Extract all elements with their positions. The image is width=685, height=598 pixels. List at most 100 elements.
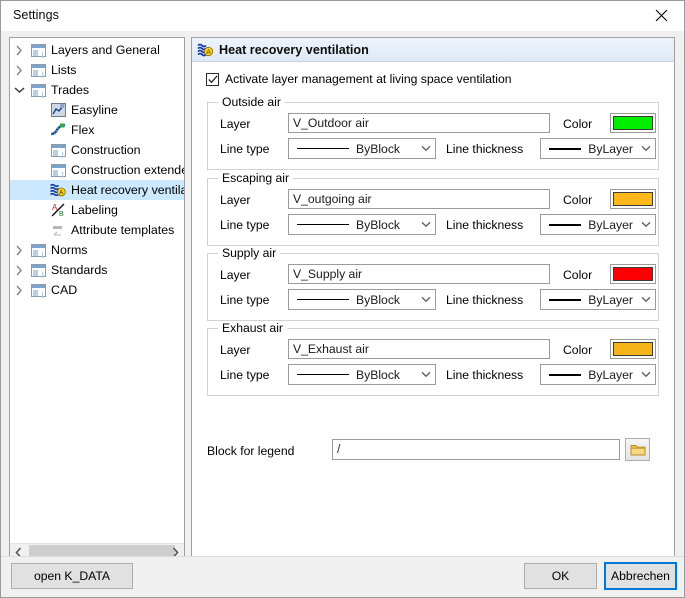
line-sample-thin — [297, 224, 349, 225]
chevron-down-icon[interactable] — [637, 221, 655, 228]
line-thickness-value: ByLayer — [588, 292, 633, 307]
tree-item-label: CAD — [51, 283, 78, 297]
chevron-down-icon[interactable] — [10, 80, 28, 100]
color-swatch-button[interactable] — [610, 189, 656, 209]
color-swatch-button[interactable] — [610, 264, 656, 284]
panel-header: A Heat recovery ventilation — [192, 38, 674, 62]
layer-input[interactable]: V_Outdoor air — [288, 113, 550, 133]
activate-layer-management-checkbox[interactable]: Activate layer management at living spac… — [206, 72, 512, 86]
tree-item-flex[interactable]: Flex — [10, 120, 184, 140]
line-type-combo[interactable]: ByBlock — [288, 364, 436, 385]
tree-item-construction-extended[interactable]: Construction extended — [10, 160, 184, 180]
tree-item-cad[interactable]: CAD — [10, 280, 184, 300]
ok-button[interactable]: OK — [524, 563, 597, 589]
svg-text:B: B — [59, 211, 64, 217]
title-bar: Settings — [1, 1, 684, 31]
chevron-right-icon[interactable] — [10, 40, 28, 60]
line-type-label: Line type — [220, 142, 270, 156]
line-thickness-combo[interactable]: ByLayer — [540, 364, 656, 385]
tree-item-easyline[interactable]: Easyline — [10, 100, 184, 120]
color-label: Color — [563, 268, 593, 282]
line-sample-thick — [549, 298, 582, 301]
color-swatch-button[interactable] — [610, 339, 656, 359]
ventilation-icon: A — [197, 42, 213, 58]
group-exhaust-air: Exhaust air Layer V_Exhaust air Color Line t… — [207, 321, 659, 396]
open-k-data-button[interactable]: open K_DATA — [11, 563, 133, 589]
chevron-down-icon[interactable] — [417, 296, 435, 303]
line-thickness-value: ByLayer — [588, 217, 633, 232]
chevron-right-icon[interactable] — [10, 280, 28, 300]
line-type-combo[interactable]: ByBlock — [288, 214, 436, 235]
block-for-legend-label: Block for legend — [207, 444, 295, 458]
line-thickness-label: Line thickness — [446, 142, 524, 156]
tree-item-labeling[interactable]: A B Labeling — [10, 200, 184, 220]
layer-input[interactable]: V_Supply air — [288, 264, 550, 284]
color-swatch — [613, 342, 653, 356]
layer-input[interactable]: V_Exhaust air — [288, 339, 550, 359]
line-sample-thin — [297, 148, 349, 149]
chevron-down-icon[interactable] — [637, 371, 655, 378]
tree-item-construction[interactable]: Construction — [10, 140, 184, 160]
chevron-right-icon[interactable] — [10, 240, 28, 260]
block-for-legend-input[interactable]: / — [332, 439, 620, 460]
chevron-down-icon[interactable] — [637, 145, 655, 152]
chevron-down-icon[interactable] — [417, 371, 435, 378]
settings-tree[interactable]: Layers and General Lists Trades Easyline Fle… — [9, 37, 185, 562]
checkbox-box — [206, 72, 219, 86]
line-thickness-combo[interactable]: ByLayer — [540, 289, 656, 310]
chevron-down-icon[interactable] — [417, 145, 435, 152]
line-type-label: Line type — [220, 293, 270, 307]
chevron-right-icon[interactable] — [10, 260, 28, 280]
line-sample-thin — [297, 374, 349, 375]
document-icon — [28, 261, 48, 279]
tree-item-layers-and-general[interactable]: Layers and General — [10, 40, 184, 60]
color-label: Color — [563, 343, 593, 357]
line-type-combo[interactable]: ByBlock — [288, 138, 436, 159]
color-label: Color — [563, 193, 593, 207]
line-type-value: ByBlock — [356, 217, 401, 232]
tree-item-trades[interactable]: Trades — [10, 80, 184, 100]
block-for-legend-browse-button[interactable] — [625, 438, 650, 461]
tree-item-norms[interactable]: Norms — [10, 240, 184, 260]
svg-text:A: A — [59, 190, 63, 196]
tree-item-label: Flex — [71, 123, 95, 137]
easyline-icon — [48, 101, 68, 119]
line-sample-thin — [297, 299, 349, 300]
cancel-button[interactable]: Abbrechen — [604, 562, 677, 590]
close-button[interactable] — [638, 1, 684, 30]
group-outside-air: Outside air Layer V_Outdoor air Color Line t… — [207, 95, 659, 170]
line-thickness-combo[interactable]: ByLayer — [540, 214, 656, 235]
layer-input[interactable]: V_outgoing air — [288, 189, 550, 209]
chevron-right-icon[interactable] — [10, 60, 28, 80]
line-thickness-value: ByLayer — [588, 367, 633, 382]
tree-item-standards[interactable]: Standards — [10, 260, 184, 280]
line-type-value: ByBlock — [356, 292, 401, 307]
line-thickness-label: Line thickness — [446, 368, 524, 382]
tree-item-attribute-templates[interactable]: Attribute templates — [10, 220, 184, 240]
tree-item-lists[interactable]: Lists — [10, 60, 184, 80]
tree-item-heat-recovery-ventilation[interactable]: A Heat recovery ventilation — [10, 180, 184, 200]
color-swatch-button[interactable] — [610, 113, 656, 133]
check-icon — [207, 74, 218, 83]
settings-dialog: Settings Layers and General Lists Trades Ea… — [0, 0, 685, 598]
layer-label: Layer — [220, 193, 251, 207]
folder-icon — [630, 444, 645, 455]
group-title: Escaping air — [218, 171, 294, 185]
line-thickness-value: ByLayer — [588, 141, 633, 156]
chevron-down-icon[interactable] — [417, 221, 435, 228]
line-thickness-combo[interactable]: ByLayer — [540, 138, 656, 159]
flex-icon — [48, 121, 68, 139]
close-icon — [655, 9, 667, 22]
color-swatch — [613, 116, 653, 130]
line-type-combo[interactable]: ByBlock — [288, 289, 436, 310]
checkbox-label: Activate layer management at living spac… — [225, 72, 512, 86]
chevron-down-icon[interactable] — [637, 296, 655, 303]
